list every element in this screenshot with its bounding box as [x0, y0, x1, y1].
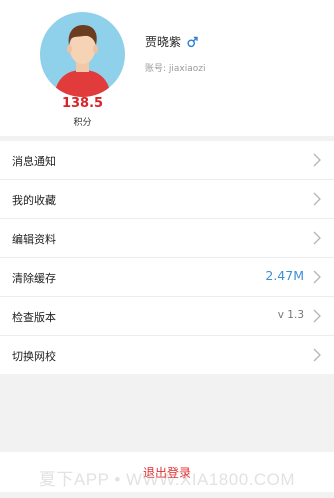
menu-item-notifications[interactable]: 消息通知 [0, 141, 334, 180]
logout-button[interactable]: 退出登录 [0, 464, 334, 481]
menu-item-label: 我的收藏 [12, 194, 56, 207]
user-name: 贾晓紫 [145, 35, 182, 49]
menu-item-edit-profile[interactable]: 编辑资料 [0, 219, 334, 258]
avatar-illustration [54, 25, 111, 97]
menu-item-check-version[interactable]: 检查版本 v 1.3 [0, 297, 334, 336]
menu-item-label: 清除缓存 [12, 272, 56, 285]
menu-item-switch-school[interactable]: 切换网校 [0, 336, 334, 374]
menu-item-label: 切换网校 [12, 350, 56, 363]
chevron-right-icon [313, 348, 321, 362]
menu-item-label: 编辑资料 [12, 233, 56, 246]
menu-item-clear-cache[interactable]: 清除缓存 2.47M [0, 258, 334, 297]
version-value: v 1.3 [277, 309, 304, 321]
logout-bar: 退出登录 [0, 452, 334, 492]
chevron-right-icon [313, 309, 321, 323]
settings-menu: 消息通知 我的收藏 编辑资料 清除缓存 2.47M 检查版本 v 1.3 切换网… [0, 141, 334, 374]
chevron-right-icon [313, 231, 321, 245]
points-value: 138.5 [61, 96, 104, 111]
menu-item-label: 检查版本 [12, 311, 56, 324]
cache-size-value: 2.47M [265, 268, 304, 283]
chevron-right-icon [313, 153, 321, 167]
chevron-right-icon [313, 192, 321, 206]
chevron-right-icon [313, 270, 321, 284]
avatar[interactable] [40, 12, 125, 97]
menu-item-label: 消息通知 [12, 155, 56, 168]
user-name-row: 贾晓紫 [145, 33, 198, 51]
menu-item-favorites[interactable]: 我的收藏 [0, 180, 334, 219]
points-label: 积分 [73, 118, 92, 128]
male-gender-icon [187, 36, 198, 51]
account-id: 账号: jiaxiaozi [145, 64, 206, 74]
profile-header: 138.5 积分 贾晓紫 账号: jiaxiaozi [0, 0, 334, 136]
